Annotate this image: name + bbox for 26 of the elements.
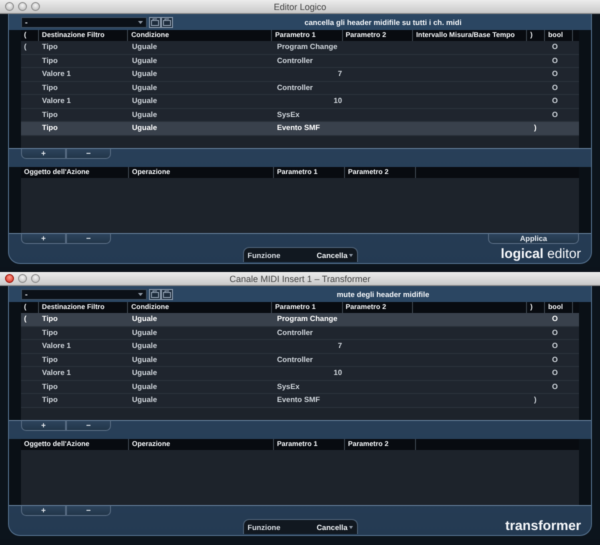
minimize-button[interactable] xyxy=(18,2,27,11)
zoom-button[interactable] xyxy=(31,274,40,283)
preset-dropdown[interactable]: - xyxy=(21,288,147,300)
remove-button[interactable]: − xyxy=(66,506,111,516)
add-button[interactable]: + xyxy=(21,149,66,159)
remove-button[interactable]: − xyxy=(66,234,111,244)
caret-icon xyxy=(348,254,352,256)
minimize-button[interactable] xyxy=(18,274,27,283)
remove-button[interactable]: − xyxy=(66,421,111,431)
remove-button[interactable]: − xyxy=(66,149,111,159)
window-title: Canale MIDI Insert 1 – Transformer xyxy=(229,274,371,284)
close-button[interactable] xyxy=(5,2,14,11)
close-button[interactable] xyxy=(5,274,14,283)
logo-text: logical editor xyxy=(500,246,581,261)
add-button[interactable]: + xyxy=(21,234,66,244)
preset-dropdown[interactable]: - xyxy=(21,16,147,28)
preset-buttons-icon[interactable] xyxy=(149,288,173,300)
zoom-button[interactable] xyxy=(31,2,40,11)
add-button[interactable]: + xyxy=(21,506,66,516)
logo-text: transformer xyxy=(505,518,581,533)
caret-icon xyxy=(138,292,143,296)
window-title: Editor Logico xyxy=(274,2,326,12)
caret-icon xyxy=(348,526,352,528)
preset-buttons-icon[interactable] xyxy=(149,16,173,28)
caret-icon xyxy=(138,20,143,24)
add-button[interactable]: + xyxy=(21,421,66,431)
